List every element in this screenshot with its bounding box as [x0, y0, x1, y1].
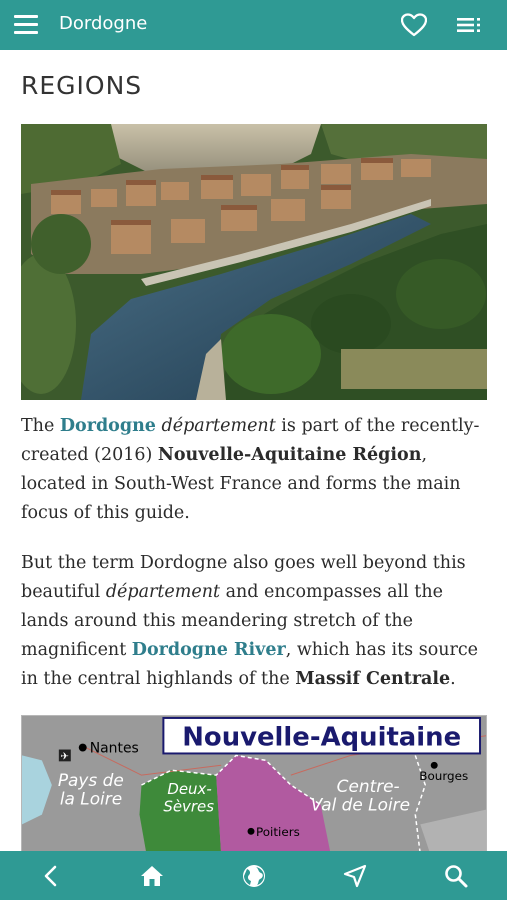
svg-text:✈: ✈	[61, 751, 69, 762]
heart-icon[interactable]	[401, 13, 427, 37]
dordogne-river-photo	[21, 124, 487, 400]
emphasis-text: département	[161, 416, 276, 436]
text-span: The	[21, 416, 60, 436]
bottom-nav-bar	[0, 851, 507, 900]
map-label-bourges: Bourges	[419, 769, 468, 783]
hamburger-menu-icon[interactable]	[14, 15, 38, 35]
app-title: Dordogne	[59, 13, 148, 34]
top-app-bar: Dordogne	[0, 0, 507, 50]
list-icon[interactable]	[456, 16, 482, 34]
region-map: Nouvelle-Aquitaine ✈ Nantes Pays de la L…	[21, 715, 487, 851]
map-title: Nouvelle-Aquitaine	[182, 723, 461, 753]
map-label-nantes: Nantes	[90, 741, 139, 757]
map-label-poitiers: Poitiers	[256, 825, 300, 839]
navigation-arrow-icon[interactable]	[342, 863, 368, 889]
emphasis-text: département	[105, 582, 221, 602]
bold-text: Massif Centrale	[295, 669, 451, 689]
chevron-left-icon[interactable]	[38, 863, 64, 889]
map-label-pays-de-la-loire: Pays de	[58, 770, 124, 790]
bold-text: Nouvelle-Aquitaine Région	[157, 445, 422, 465]
map-label-deux-sevres: Sèvres	[163, 798, 214, 816]
map-label-centre-val-de-loire: Val de Loire	[311, 795, 410, 815]
map-label-pays-de-la-loire: la Loire	[60, 789, 122, 809]
dordogne-river-link[interactable]: Dordogne River	[132, 640, 286, 660]
intro-paragraph: The Dordogne département is part of the …	[21, 412, 487, 528]
second-paragraph: But the term Dordogne also goes well bey…	[21, 549, 487, 694]
dordogne-link[interactable]: Dordogne	[60, 416, 156, 436]
article-content[interactable]: REGIONS The Dordogne département is part…	[0, 50, 507, 851]
home-icon[interactable]	[139, 863, 165, 889]
page-title: REGIONS	[21, 71, 143, 100]
globe-icon[interactable]	[241, 863, 267, 889]
text-span: .	[450, 669, 456, 689]
search-icon[interactable]	[443, 863, 469, 889]
map-label-centre-val-de-loire: Centre-	[337, 776, 400, 796]
map-label-deux-sevres: Deux-	[167, 780, 211, 798]
